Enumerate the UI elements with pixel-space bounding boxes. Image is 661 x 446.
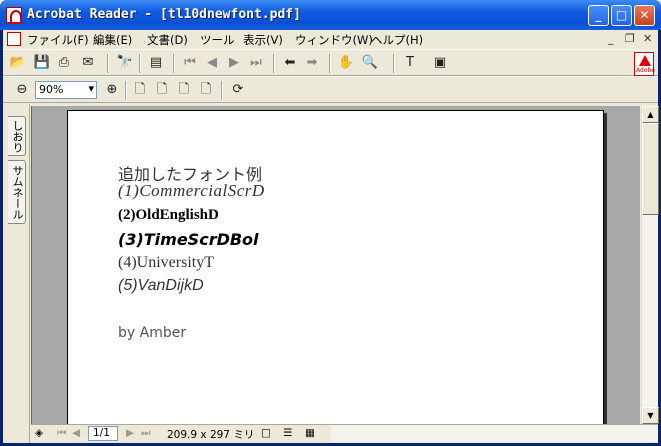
window-frame: ファイル(F) 編集(E) 文書(D) ツール 表示(V) ウィンドウ(W) ヘ… bbox=[3, 30, 659, 443]
page-number-field[interactable]: 1/1 bbox=[88, 426, 118, 441]
menu-view[interactable]: 表示(V) bbox=[243, 32, 283, 48]
window-title: Acrobat Reader - [tl10dnewfont.pdf] bbox=[27, 7, 301, 22]
title-bar[interactable]: Acrobat Reader - [tl10dnewfont.pdf] _ □ … bbox=[0, 0, 661, 30]
email-icon[interactable]: ✉ bbox=[79, 54, 97, 72]
snapshot-icon[interactable]: ▣ bbox=[431, 54, 449, 72]
toolbar-separator bbox=[329, 54, 331, 73]
hand-tool-icon[interactable]: ✋ bbox=[337, 54, 355, 72]
text-select-icon[interactable]: T bbox=[401, 54, 419, 72]
facing-icon[interactable]: ▦ bbox=[305, 427, 315, 439]
pdf-page: 追加したフォント例 (1)CommercialScrD (2)OldEnglis… bbox=[67, 110, 604, 424]
save-icon[interactable]: 💾 bbox=[33, 54, 51, 72]
toolbar-separator bbox=[173, 54, 175, 73]
toolbar-separator bbox=[221, 81, 223, 100]
continuous-icon[interactable]: ☰ bbox=[283, 427, 292, 439]
toolbar-separator bbox=[393, 54, 395, 73]
status-bar: ◈ ⏮ ◀ 1/1 ▶ ⏭ 209.9 x 297 ミリ □ ☰ ▦ bbox=[31, 424, 658, 442]
zoom-value: 90% bbox=[39, 83, 64, 96]
author-line: by Amber bbox=[118, 325, 187, 341]
zoom-in-icon[interactable]: ⊕ bbox=[103, 81, 121, 99]
scroll-down-arrow-icon[interactable]: ▼ bbox=[642, 407, 659, 424]
acrobat-app-icon[interactable] bbox=[6, 7, 22, 24]
zoom-out-icon[interactable]: ⊖ bbox=[13, 81, 31, 99]
print-icon[interactable]: ⎙ bbox=[55, 54, 73, 72]
first-page-status-icon[interactable]: ⏮ bbox=[57, 427, 66, 440]
toolbar-separator bbox=[107, 54, 109, 73]
view-toolbar: ⊖ 90% ▾ ⊕ 🗋 🗋 🗋 🗋 ⟳ bbox=[3, 76, 658, 103]
last-page-status-icon[interactable]: ⏭ bbox=[141, 427, 150, 440]
document-icon[interactable] bbox=[7, 32, 21, 46]
rotate-icon[interactable]: ⟳ bbox=[229, 81, 247, 99]
minimize-button[interactable]: _ bbox=[588, 5, 609, 26]
menu-file[interactable]: ファイル(F) bbox=[27, 32, 89, 48]
menu-window[interactable]: ウィンドウ(W) bbox=[295, 32, 373, 48]
tab-bookmarks[interactable]: しおり bbox=[8, 116, 26, 156]
doc-minimize-button[interactable]: _ bbox=[608, 32, 614, 45]
prev-page-status-icon[interactable]: ◀ bbox=[72, 427, 80, 439]
actual-size-icon[interactable]: 🗋 bbox=[131, 81, 149, 99]
scrollbar-thumb[interactable] bbox=[642, 123, 659, 215]
font-sample-old-english: (2)OldEnglishD bbox=[118, 207, 219, 223]
menu-help[interactable]: ヘルプ(H) bbox=[371, 32, 423, 48]
page-number-text: 1/1 bbox=[93, 427, 110, 439]
zoom-tool-icon[interactable]: 🔍 bbox=[361, 54, 379, 72]
maximize-button[interactable]: □ bbox=[611, 5, 632, 26]
next-page-status-icon[interactable]: ▶ bbox=[126, 427, 134, 439]
next-page-icon[interactable]: ▶ bbox=[225, 54, 243, 72]
adobe-logo[interactable]: Adobe bbox=[634, 52, 655, 76]
doc-restore-button[interactable]: ❐ bbox=[625, 32, 635, 45]
fit-visible-icon[interactable]: 🗋 bbox=[197, 81, 215, 99]
vertical-scrollbar[interactable]: ▲ ▼ bbox=[641, 106, 659, 424]
first-page-icon[interactable]: ⏮ bbox=[181, 54, 199, 72]
font-sample-van-dijk: (5)VanDijkD bbox=[118, 277, 204, 294]
prev-page-icon[interactable]: ◀ bbox=[203, 54, 221, 72]
scroll-up-arrow-icon[interactable]: ▲ bbox=[642, 106, 659, 123]
menu-edit[interactable]: 編集(E) bbox=[93, 32, 132, 48]
find-icon[interactable]: 🔭 bbox=[116, 54, 134, 72]
close-button[interactable]: ✕ bbox=[634, 5, 655, 26]
main-toolbar: 📂 💾 ⎙ ✉ 🔭 ▤ ⏮ ◀ ▶ ⏭ ⬅ ➡ ✋ 🔍 T ▣ Adobe bbox=[3, 49, 658, 76]
font-sample-commercial-script: (1)CommercialScrD bbox=[118, 181, 265, 200]
last-page-icon[interactable]: ⏭ bbox=[247, 54, 265, 72]
menu-bar: ファイル(F) 編集(E) 文書(D) ツール 表示(V) ウィンドウ(W) ヘ… bbox=[3, 30, 658, 49]
go-forward-icon[interactable]: ➡ bbox=[303, 54, 321, 72]
page-size-label: 209.9 x 297 ミリ bbox=[167, 429, 255, 441]
menu-document[interactable]: 文書(D) bbox=[147, 32, 188, 48]
application-window: Acrobat Reader - [tl10dnewfont.pdf] _ □ … bbox=[0, 0, 661, 446]
fit-page-icon[interactable]: 🗋 bbox=[153, 81, 171, 99]
tab-thumbnails[interactable]: サムネール bbox=[8, 160, 26, 224]
doc-close-button[interactable]: ✕ bbox=[643, 32, 652, 45]
go-back-icon[interactable]: ⬅ bbox=[281, 54, 299, 72]
horizontal-scrollbar[interactable] bbox=[331, 425, 658, 442]
fit-width-icon[interactable]: 🗋 bbox=[175, 81, 193, 99]
menu-tools[interactable]: ツール bbox=[200, 32, 235, 48]
toolbar-separator bbox=[125, 81, 127, 100]
document-viewer[interactable]: 追加したフォント例 (1)CommercialScrD (2)OldEnglis… bbox=[31, 106, 640, 424]
font-sample-university: (4)UniversityT bbox=[118, 254, 214, 271]
zoom-input[interactable]: 90% ▾ bbox=[35, 81, 97, 99]
adobe-logo-text: Adobe bbox=[636, 67, 655, 74]
navigation-pane-icon[interactable]: ▤ bbox=[147, 54, 165, 72]
font-sample-time-script: (3)TimeScrDBol bbox=[118, 230, 259, 249]
toolbar-separator bbox=[139, 54, 141, 73]
chevron-down-icon[interactable]: ▾ bbox=[88, 82, 94, 95]
open-icon[interactable]: 📂 bbox=[9, 54, 27, 72]
toolbar-separator bbox=[273, 54, 275, 73]
single-page-icon[interactable]: □ bbox=[261, 427, 271, 439]
navigation-pane-tabs: しおり サムネール bbox=[3, 104, 30, 443]
pane-toggle-icon[interactable]: ◈ bbox=[35, 427, 43, 439]
